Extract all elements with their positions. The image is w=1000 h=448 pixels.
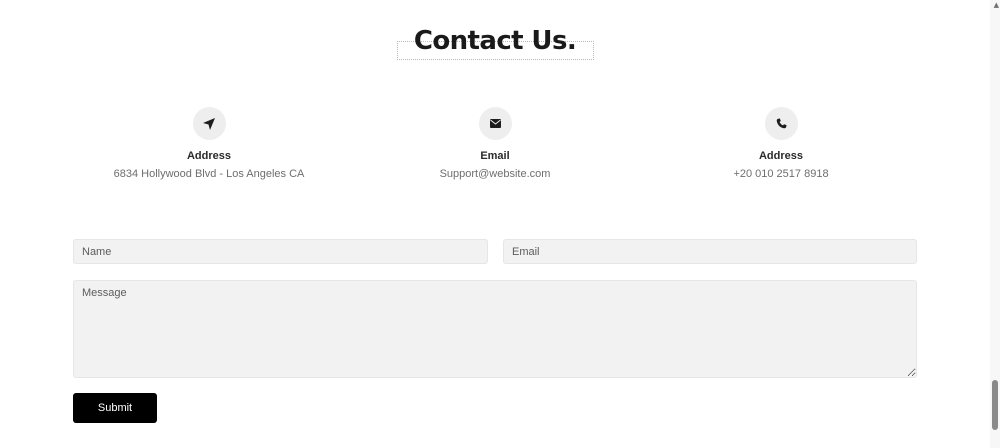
- submit-button[interactable]: Submit: [73, 393, 157, 423]
- contact-info-label: Address: [758, 150, 804, 162]
- contact-info-value: +20 010 2517 8918: [733, 168, 829, 180]
- contact-info-email: Email Support@website.com: [335, 107, 655, 180]
- page-title: Contact Us.: [413, 26, 577, 56]
- envelope-icon: [478, 107, 512, 140]
- contact-info-phone: Address +20 010 2517 8918: [621, 107, 941, 180]
- contact-info-label: Address: [186, 150, 232, 162]
- scroll-up-arrow-icon[interactable]: ▲: [994, 1, 999, 9]
- contact-info-value: 6834 Hollywood Blvd - Los Angeles CA: [113, 168, 305, 180]
- scrollbar-thumb[interactable]: [992, 380, 998, 430]
- vertical-scrollbar[interactable]: ▲: [990, 0, 1000, 448]
- location-arrow-icon: [192, 107, 226, 140]
- contact-info-label: Email: [480, 150, 510, 162]
- contact-info-address: Address 6834 Hollywood Blvd - Los Angele…: [49, 107, 369, 180]
- name-field[interactable]: [73, 239, 488, 264]
- email-field[interactable]: [503, 239, 917, 264]
- phone-icon: [764, 107, 798, 140]
- contact-info-value: Support@website.com: [439, 168, 551, 180]
- message-field[interactable]: [73, 280, 917, 378]
- contact-page: Contact Us. Address 6834 Hollywood Blvd …: [0, 0, 1000, 448]
